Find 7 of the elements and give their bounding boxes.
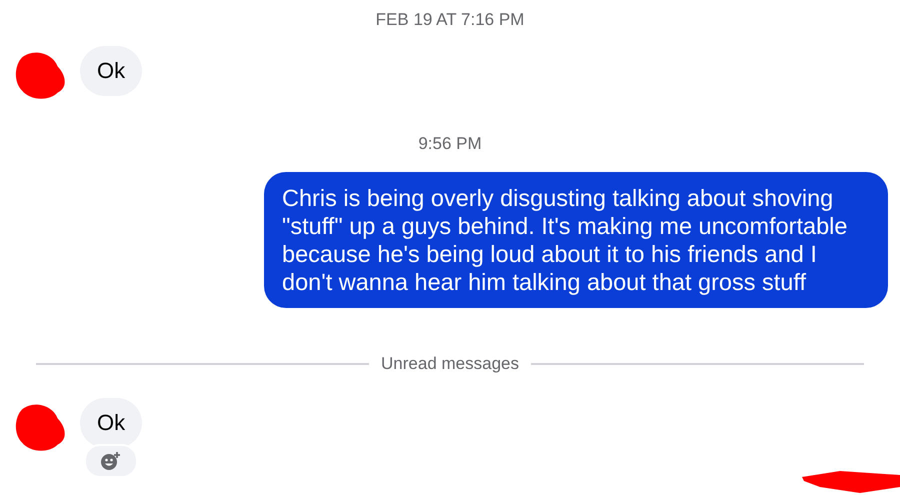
message-bubble: Ok: [80, 46, 142, 96]
message-bubble: Chris is being overly disgusting talking about shoving "stuff" up a guys behind. It's making me uncomfortable because he's being loud about it to his friends and I don't wanna hear him talking about that gross stuff: [264, 172, 888, 308]
message-bubble: Ok: [80, 398, 142, 448]
emoji-add-icon: [100, 451, 122, 471]
timestamp: FEB 19 AT 7:16 PM: [374, 9, 526, 31]
unread-divider-label: Unread messages: [381, 354, 519, 374]
timestamp: 9:56 PM: [417, 133, 483, 155]
